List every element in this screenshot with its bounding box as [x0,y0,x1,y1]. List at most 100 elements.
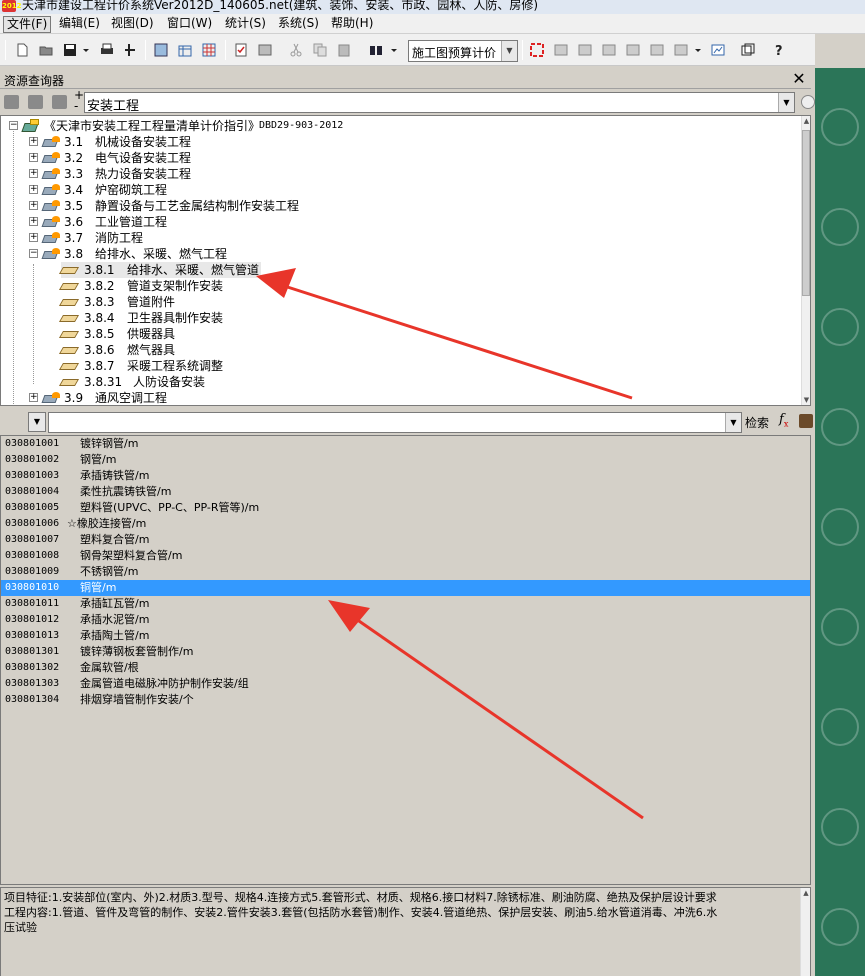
window-1-button[interactable] [552,41,570,59]
tree-node-section[interactable]: 3.8.7 采暖工程系统调整 [58,358,361,374]
list-item[interactable]: 030801013 承插陶土管/m [1,628,810,644]
formula-button[interactable]: fx [779,412,788,429]
expand-collapse-toggle[interactable]: + - [74,89,84,112]
expand-toggle[interactable]: + [29,233,38,242]
list-item[interactable]: 030801012 承插水泥管/m [1,612,810,628]
tree-node-chapter[interactable]: + 3.4 炉窑砌筑工程 [1,182,791,198]
close-panel-button[interactable]: ✕ [790,70,808,88]
tree-node-section[interactable]: 3.8.4 卫生器具制作安装 [58,310,361,326]
scroll-down-icon[interactable]: ▼ [802,395,811,405]
tree-node-section[interactable]: 3.8.31 人防设备安装 [58,374,361,390]
menu-statistics[interactable]: 统计(S) [222,16,269,33]
scroll-up-icon[interactable]: ▲ [802,116,811,126]
list-item[interactable]: 030801001 镀锌钢管/m [1,436,810,452]
find-button[interactable] [367,41,385,59]
expand-toggle[interactable]: + [29,201,38,210]
search-button[interactable]: 检索 [745,414,769,431]
save-dropdown[interactable] [80,41,90,59]
tree-node-section-selected[interactable]: 3.8.1 给排水、采暖、燃气管道 [58,262,261,278]
tree-node-chapter[interactable]: − 3.8 给排水、采暖、燃气工程 [1,246,791,262]
expand-toggle[interactable]: + [29,169,38,178]
list-item-selected[interactable]: 030801010 铜管/m [1,580,810,596]
report-button[interactable] [256,41,274,59]
collapse-toggle[interactable]: − [9,121,18,130]
list-item[interactable]: 030801004 柔性抗震铸铁管/m [1,484,810,500]
find-dropdown[interactable] [388,41,398,59]
window-dropdown[interactable] [692,41,702,59]
tree-node-chapter[interactable]: + 3.2 电气设备安装工程 [1,150,791,166]
list-item[interactable]: 030801002 钢管/m [1,452,810,468]
select-frame-button[interactable] [528,41,546,59]
copy-button[interactable] [311,41,329,59]
tree-node-section[interactable]: 3.8.5 供暖器具 [58,326,361,342]
restore-window-button[interactable] [739,41,757,59]
list-item[interactable]: 030801304 排烟穿墙管制作安装/个 [1,692,810,708]
expand-toggle[interactable]: + [29,137,38,146]
list-item[interactable]: 030801302 金属软管/根 [1,660,810,676]
list-item[interactable]: 030801301 镀锌薄钢板套管制作/m [1,644,810,660]
window-6-button[interactable] [672,41,690,59]
chevron-down-icon[interactable]: ▼ [778,93,794,112]
print-button[interactable] [98,41,116,59]
list-item[interactable]: 030801005 塑料管(UPVC、PP-C、PP-R管等)/m [1,500,810,516]
window-2-button[interactable] [576,41,594,59]
mode-select[interactable]: 施工图预算计价 ▼ [408,40,518,62]
scroll-up-icon[interactable]: ▲ [801,888,811,898]
menu-file[interactable]: 文件(F) [3,16,52,33]
chevron-down-icon[interactable]: ▼ [725,413,741,432]
tree-node-chapter[interactable]: + 3.5 静置设备与工艺金属结构制作安装工程 [1,198,791,214]
folder-icon[interactable] [28,95,43,109]
menu-view[interactable]: 视图(D) [108,16,157,33]
resource-tree[interactable]: − 《天津市安装工程工程量清单计价指引》 DBD29-903-2012 + 3.… [0,115,811,406]
minus-icon[interactable]: - [74,100,84,112]
lock-icon[interactable] [801,95,815,109]
book-icon[interactable] [799,414,813,428]
window-3-button[interactable] [600,41,618,59]
expand-toggle[interactable]: + [29,153,38,162]
window-4-button[interactable] [624,41,642,59]
help-button[interactable]: ? [769,41,787,59]
tree-node-chapter[interactable]: + 3.3 热力设备安装工程 [1,166,791,182]
list-item[interactable]: 030801008 钢骨架塑料复合管/m [1,548,810,564]
tree-node-chapter[interactable]: + 3.1 机械设备安装工程 [1,134,791,150]
tree-node-root[interactable]: − 《天津市安装工程工程量清单计价指引》 DBD29-903-2012 [1,118,791,134]
list-item[interactable]: 030801009 不锈钢管/m [1,564,810,580]
check-list-button[interactable] [232,41,250,59]
table-edit-button[interactable] [176,41,194,59]
item-list[interactable]: 030801001 镀锌钢管/m 030801002 钢管/m 03080100… [0,435,811,885]
tree-node-chapter[interactable]: + 3.7 消防工程 [1,230,791,246]
filter-field-dropdown[interactable]: ▼ [28,412,46,432]
list-item[interactable]: 030801006 ☆橡胶连接管/m [1,516,810,532]
tree-node-section[interactable]: 3.8.6 燃气器具 [58,342,361,358]
window-5-button[interactable] [648,41,666,59]
expand-toggle[interactable]: + [29,185,38,194]
description-scrollbar[interactable]: ▲ [800,888,810,976]
new-document-button[interactable] [13,41,31,59]
menu-edit[interactable]: 编辑(E) [56,16,103,33]
open-folder-button[interactable] [37,41,55,59]
menu-window[interactable]: 窗口(W) [164,16,215,33]
tree-node-chapter[interactable]: + 3.9 通风空调工程 [1,390,791,405]
expand-toggle[interactable]: + [29,393,38,402]
table-grid-button[interactable] [200,41,218,59]
tree-scrollbar[interactable]: ▲ ▼ [801,116,810,405]
tree-node-section[interactable]: 3.8.2 管道支架制作安装 [58,278,361,294]
scrollbar-thumb[interactable] [802,130,810,296]
cut-button[interactable] [287,41,305,59]
menu-help[interactable]: 帮助(H) [328,16,376,33]
expand-toggle[interactable]: + [29,217,38,226]
category-select[interactable]: 安装工程 ▼ [84,92,795,114]
tree-node-section[interactable]: 3.8.3 管道附件 [58,294,361,310]
insert-button[interactable] [121,41,139,59]
stack-icon[interactable] [52,95,67,109]
menu-system[interactable]: 系统(S) [275,16,322,33]
list-item[interactable]: 030801011 承插缸瓦管/m [1,596,810,612]
chart-settings-button[interactable] [709,41,727,59]
search-input[interactable]: ▼ [48,412,742,433]
list-item[interactable]: 030801003 承插铸铁管/m [1,468,810,484]
save-button[interactable] [61,41,79,59]
collapse-toggle[interactable]: − [29,249,38,258]
calculator-button[interactable] [152,41,170,59]
chevron-down-icon[interactable]: ▼ [501,41,517,61]
paste-button[interactable] [335,41,353,59]
